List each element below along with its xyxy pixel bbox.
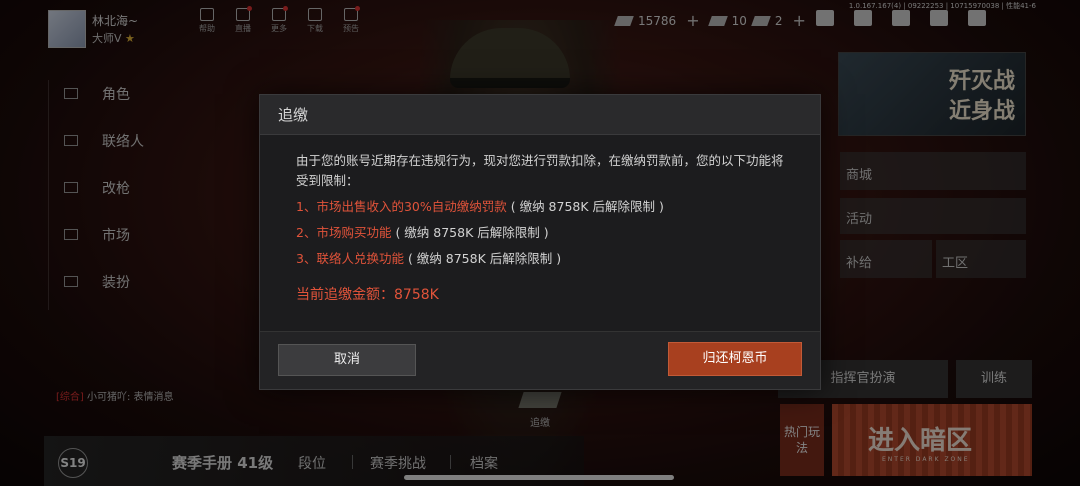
- dialog-intro: 由于您的账号近期存在违规行为，现对您进行罚款扣除，在缴纳罚款前，您的以下功能将受…: [296, 153, 784, 188]
- restriction-note: ( 缴纳 8758K 后解除限制 ): [510, 199, 664, 214]
- penalty-dialog: 追缴 由于您的账号近期存在违规行为，现对您进行罚款扣除，在缴纳罚款前，您的以下功…: [259, 94, 821, 390]
- restriction-note: ( 缴纳 8758K 后解除限制 ): [395, 225, 549, 240]
- return-coins-button[interactable]: 归还柯恩币: [668, 342, 802, 376]
- restriction-item: 2、市场购买功能 ( 缴纳 8758K 后解除限制 ): [296, 223, 786, 243]
- restriction-item: 1、市场出售收入的30%自动缴纳罚款 ( 缴纳 8758K 后解除限制 ): [296, 197, 786, 217]
- restriction-title: 3、联络人兑换功能: [296, 251, 404, 266]
- dialog-footer: 取消 归还柯恩币: [260, 331, 820, 389]
- penalty-amount: 当前追缴金额：8758K: [296, 287, 439, 303]
- restriction-note: ( 缴纳 8758K 后解除限制 ): [407, 251, 562, 266]
- game-lobby: 林北海~ 大师V ★ 帮助 直播 更多 下载 预告 15786 + 10 2 +…: [0, 0, 1080, 486]
- restriction-item: 3、联络人兑换功能 ( 缴纳 8758K 后解除限制 ): [296, 249, 786, 269]
- cancel-button[interactable]: 取消: [278, 344, 416, 376]
- dialog-body: 由于您的账号近期存在违规行为，现对您进行罚款扣除，在缴纳罚款前，您的以下功能将受…: [260, 135, 820, 305]
- restriction-title: 2、市场购买功能: [296, 225, 392, 240]
- restriction-title: 1、市场出售收入的30%自动缴纳罚款: [296, 199, 507, 214]
- dialog-title: 追缴: [260, 95, 820, 135]
